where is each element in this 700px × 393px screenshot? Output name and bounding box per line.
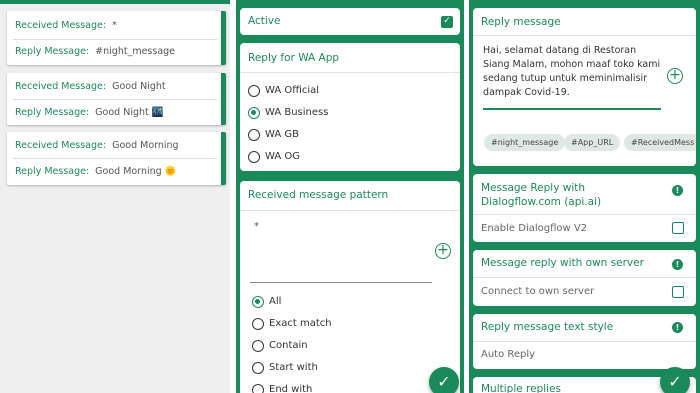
- divider: [473, 277, 696, 278]
- option-label: WA OG: [265, 151, 300, 162]
- active-label: Active: [248, 15, 281, 27]
- option-label: Exact match: [269, 318, 332, 329]
- message-rule-card[interactable]: Received Message: Good Morning Reply Mess…: [7, 132, 226, 185]
- tag-chip[interactable]: #night_message: [484, 134, 566, 151]
- option-label: End with: [269, 384, 313, 393]
- server-title: Message reply with own server: [481, 257, 644, 269]
- radio-wa-og[interactable]: [248, 151, 260, 163]
- received-value: Good Night: [112, 81, 166, 92]
- message-list-panel: Received Message: * Reply Message: #night_…: [0, 0, 230, 393]
- option-label: WA Official: [265, 85, 320, 96]
- multiple-title: Multiple replies: [481, 383, 562, 393]
- received-label: Received Message:: [15, 140, 107, 151]
- divider: [13, 99, 217, 100]
- input-underline: [483, 108, 661, 110]
- received-label: Received Message:: [15, 81, 107, 92]
- reply-row: Reply Message: Good Morning 🌞: [15, 166, 177, 177]
- message-rule-card[interactable]: Received Message: * Reply Message: #night_…: [7, 11, 226, 65]
- divider: [240, 72, 460, 73]
- reply-value: Good Night 🌃: [95, 107, 164, 118]
- reply-for-card: Reply for WA App WA Official WA Business…: [240, 43, 460, 171]
- radio-wa-official[interactable]: [248, 85, 260, 97]
- option-label: All: [269, 296, 282, 307]
- reply-value: Good Morning 🌞: [95, 166, 177, 177]
- radio-start-with[interactable]: [252, 362, 264, 374]
- radio-wa-gb[interactable]: [248, 129, 260, 141]
- input-underline: [250, 282, 432, 283]
- reply-title: Reply message: [481, 16, 561, 28]
- accent-bar: [221, 73, 226, 125]
- dialogflow-title: Message Reply with Dialogflow.com (api.a…: [481, 182, 602, 208]
- check-icon[interactable]: ✓: [429, 367, 459, 393]
- active-checkbox[interactable]: ✓: [441, 16, 453, 28]
- option-label: WA Business: [265, 107, 329, 118]
- reply-label: Reply Message:: [15, 166, 90, 177]
- dialogflow-checkbox[interactable]: [672, 222, 684, 234]
- server-checkbox[interactable]: [672, 286, 684, 298]
- received-row: Received Message: Good Morning: [15, 140, 179, 151]
- style-title: Reply message text style: [481, 321, 614, 333]
- reply-label: Reply Message:: [15, 107, 90, 118]
- accent-bar: [221, 11, 226, 65]
- dialogflow-card: Message Reply with Dialogflow.com (api.a…: [473, 174, 696, 242]
- pattern-input[interactable]: *: [254, 221, 259, 232]
- divider: [13, 158, 217, 159]
- check-icon[interactable]: ✓: [660, 367, 690, 393]
- divider: [473, 341, 696, 342]
- pattern-card: Received message pattern * + All Exact m…: [240, 181, 460, 393]
- radio-contain[interactable]: [252, 340, 264, 352]
- option-label: Contain: [269, 340, 308, 351]
- dialogflow-option-label: Enable Dialogflow V2: [481, 223, 588, 234]
- received-row: Received Message: *: [15, 20, 117, 31]
- plus-circle-icon[interactable]: +: [435, 243, 451, 259]
- reply-label: Reply Message:: [15, 46, 90, 57]
- top-bar: [0, 0, 230, 4]
- exclamation-icon: !: [672, 259, 683, 270]
- pattern-title: Received message pattern: [248, 189, 389, 201]
- tag-chip[interactable]: #ReceivedMess: [624, 134, 696, 151]
- exclamation-icon: !: [672, 185, 683, 196]
- radio-wa-business[interactable]: [248, 107, 260, 119]
- active-card[interactable]: Active ✓: [240, 8, 460, 35]
- radio-exact-match[interactable]: [252, 318, 264, 330]
- style-value[interactable]: Auto Reply: [481, 349, 535, 360]
- server-option-label: Connect to own server: [481, 286, 595, 297]
- message-rule-card[interactable]: Received Message: Good Night Reply Messag…: [7, 73, 226, 125]
- received-value: Good Morning: [112, 140, 179, 151]
- reply-for-title: Reply for WA App: [248, 52, 340, 64]
- reply-row: Reply Message: Good Night 🌃: [15, 107, 164, 118]
- reply-text-input[interactable]: Hai, selamat datang di Restoran Siang Ma…: [483, 44, 661, 100]
- rule-settings-panel: Active ✓ Reply for WA App WA Official WA…: [236, 0, 464, 393]
- reply-settings-panel: Reply message Hai, selamat datang di Res…: [469, 0, 700, 393]
- reply-row: Reply Message: #night_message: [15, 46, 175, 57]
- received-row: Received Message: Good Night: [15, 81, 166, 92]
- reply-message-card: Reply message Hai, selamat datang di Res…: [473, 8, 696, 166]
- divider: [473, 214, 696, 215]
- exclamation-icon: !: [672, 322, 683, 333]
- tag-chip[interactable]: #App_URL: [564, 134, 621, 151]
- reply-value: #night_message: [95, 46, 176, 57]
- option-label: WA GB: [265, 129, 299, 140]
- own-server-card: Message reply with own server ! Connect …: [473, 250, 696, 306]
- plus-circle-icon[interactable]: +: [667, 68, 683, 84]
- divider: [13, 39, 217, 40]
- radio-all[interactable]: [252, 296, 264, 308]
- radio-end-with[interactable]: [252, 384, 264, 393]
- received-value: *: [112, 20, 117, 31]
- accent-bar: [221, 132, 226, 185]
- divider: [473, 35, 696, 36]
- received-label: Received Message:: [15, 20, 107, 31]
- text-style-card: Reply message text style ! Auto Reply: [473, 314, 696, 369]
- divider: [240, 210, 460, 211]
- option-label: Start with: [269, 362, 318, 373]
